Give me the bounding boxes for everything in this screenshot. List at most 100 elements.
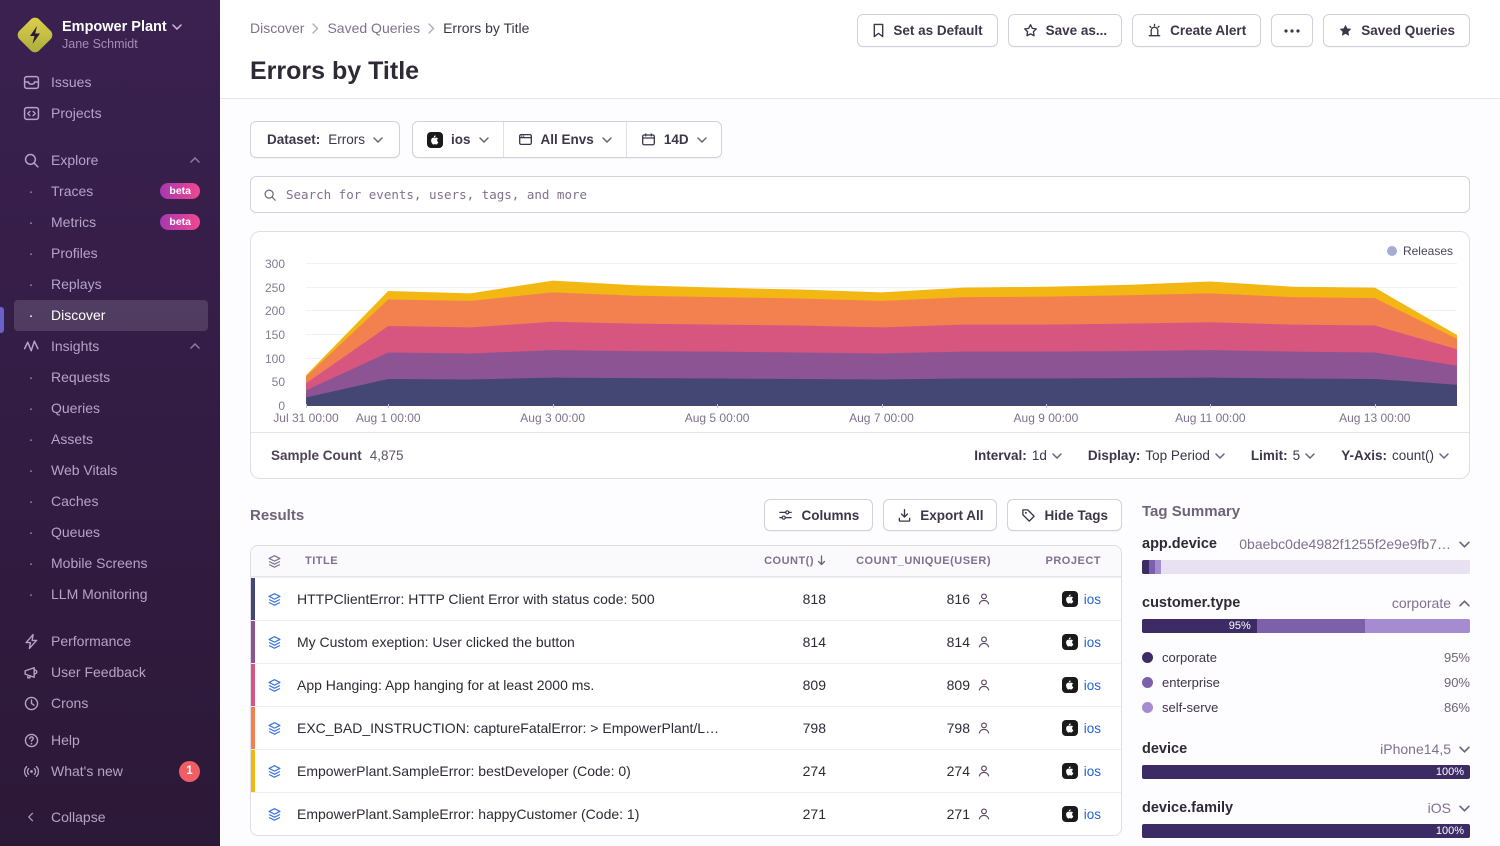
sidebar-item-projects[interactable]: Projects [14, 98, 208, 129]
sidebar-item-issues[interactable]: Issues [14, 67, 208, 98]
tag-section-header[interactable]: app.device 0baebc0de4982f1255f2e9e9fb7… [1142, 536, 1470, 552]
project-link[interactable]: ios [1084, 635, 1101, 650]
sidebar-item-label: Web Vitals [51, 462, 117, 478]
sidebar-item-caches[interactable]: ·Caches [14, 486, 208, 517]
sidebar-item-traces[interactable]: ·Tracesbeta [14, 176, 208, 207]
sidebar-collapse-button[interactable]: Collapse [14, 801, 208, 832]
sidebar-item-web-vitals[interactable]: ·Web Vitals [14, 455, 208, 486]
sidebar-item-mobile-screens[interactable]: ·Mobile Screens [14, 548, 208, 579]
project-link[interactable]: ios [1084, 678, 1101, 693]
results-section: Results Columns Export All Hide Tags [250, 499, 1122, 846]
bullet-icon: · [22, 214, 40, 231]
sidebar-item-profiles[interactable]: ·Profiles [14, 238, 208, 269]
hide-tags-button[interactable]: Hide Tags [1007, 499, 1122, 531]
bookmark-icon [872, 23, 885, 38]
dataset-selector[interactable]: Dataset:Errors [250, 121, 400, 158]
table-row[interactable]: EXC_BAD_INSTRUCTION: captureFatalError: … [251, 706, 1121, 749]
project-link[interactable]: ios [1084, 764, 1101, 779]
sidebar-item-queues[interactable]: ·Queues [14, 517, 208, 548]
main-content: Discover Saved Queries Errors by Title S… [220, 0, 1500, 846]
sidebar-item-assets[interactable]: ·Assets [14, 424, 208, 455]
save-as-button[interactable]: Save as... [1008, 14, 1123, 47]
project-selector[interactable]: ios [413, 122, 503, 157]
sidebar-item-label: Performance [51, 633, 131, 649]
sidebar-item-performance[interactable]: Performance [14, 626, 208, 657]
releases-legend[interactable]: Releases [1387, 244, 1453, 258]
table-row[interactable]: HTTPClientError: HTTP Client Error with … [251, 577, 1121, 620]
chevron-down-icon [1305, 453, 1315, 459]
project-link[interactable]: ios [1084, 807, 1101, 822]
project-link[interactable]: ios [1084, 721, 1101, 736]
display-selector[interactable]: Display:Top Period [1088, 448, 1225, 463]
error-title[interactable]: App Hanging: App hanging for at least 20… [297, 677, 736, 693]
header-actions: Set as Default Save as... Create Alert S… [857, 14, 1470, 47]
breadcrumb-discover[interactable]: Discover [250, 20, 304, 36]
stack-icon [251, 678, 297, 693]
tag-legend-row[interactable]: self-serve86% [1142, 695, 1470, 720]
sidebar-item-crons[interactable]: Crons [14, 688, 208, 719]
set-as-default-button[interactable]: Set as Default [857, 14, 997, 47]
star-filled-icon [1338, 23, 1353, 38]
tag-section-header[interactable]: device iPhone14,5 [1142, 741, 1470, 757]
stacked-area-series [306, 264, 1457, 406]
error-title[interactable]: EXC_BAD_INSTRUCTION: captureFatalError: … [297, 720, 736, 736]
date-range-selector[interactable]: 14D [626, 122, 721, 157]
page-header: Discover Saved Queries Errors by Title S… [220, 0, 1500, 99]
sidebar-item-help[interactable]: Help [14, 725, 208, 756]
export-all-button[interactable]: Export All [883, 499, 997, 531]
error-title[interactable]: HTTPClientError: HTTP Client Error with … [297, 591, 736, 607]
saved-queries-button[interactable]: Saved Queries [1323, 14, 1470, 47]
interval-selector[interactable]: Interval:1d [974, 448, 1062, 463]
sidebar-item-discover[interactable]: ·Discover [14, 300, 208, 331]
sidebar-item-label: Profiles [51, 245, 98, 261]
tag-section-header[interactable]: customer.type corporate [1142, 595, 1470, 611]
sidebar-item-label: Insights [51, 338, 99, 354]
error-title[interactable]: EmpowerPlant.SampleError: bestDeveloper … [297, 763, 736, 779]
limit-selector[interactable]: Limit:5 [1251, 448, 1315, 463]
sidebar-item-queries[interactable]: ·Queries [14, 393, 208, 424]
table-row[interactable]: My Custom exeption: User clicked the but… [251, 620, 1121, 663]
tag-section-header[interactable]: device.family iOS [1142, 800, 1470, 816]
sidebar-item-requests[interactable]: ·Requests [14, 362, 208, 393]
legend-dot [1142, 652, 1153, 663]
table-row[interactable]: EmpowerPlant.SampleError: happyCustomer … [251, 792, 1121, 835]
column-count-unique[interactable]: COUNT_UNIQUE(USER) [846, 555, 1011, 567]
sidebar-item-explore[interactable]: Explore [14, 145, 208, 176]
chevron-down-icon [373, 137, 383, 143]
sidebar-item-replays[interactable]: ·Replays [14, 269, 208, 300]
tag-distribution-bar[interactable]: 100% [1142, 765, 1470, 779]
column-title[interactable]: TITLE [297, 555, 736, 567]
chevron-left-icon [22, 811, 40, 823]
breadcrumb-saved-queries[interactable]: Saved Queries [327, 20, 420, 36]
sidebar-item-llm-monitoring[interactable]: ·LLM Monitoring [14, 579, 208, 610]
search-icon [22, 152, 40, 169]
sidebar-item-whats-new[interactable]: What's new 1 [14, 756, 208, 787]
bullet-icon: · [22, 493, 40, 510]
more-options-button[interactable] [1271, 14, 1313, 47]
tag-distribution-bar[interactable]: 100% [1142, 824, 1470, 838]
series-color-bar [251, 707, 255, 749]
y-axis-labels: 050100150200250300 [251, 264, 295, 406]
column-count[interactable]: COUNT() [736, 555, 846, 567]
columns-button[interactable]: Columns [764, 499, 873, 531]
table-row[interactable]: App Hanging: App hanging for at least 20… [251, 663, 1121, 706]
tag-legend-row[interactable]: enterprise90% [1142, 670, 1470, 695]
tag-distribution-bar[interactable] [1142, 560, 1470, 574]
tag-distribution-bar[interactable]: 95% [1142, 619, 1470, 633]
project-link[interactable]: ios [1084, 592, 1101, 607]
tag-legend-row[interactable]: corporate95% [1142, 645, 1470, 670]
error-title[interactable]: My Custom exeption: User clicked the but… [297, 634, 736, 650]
sidebar-item-label: Collapse [51, 809, 105, 825]
sidebar-item-insights[interactable]: Insights [14, 331, 208, 362]
sidebar-item-user-feedback[interactable]: User Feedback [14, 657, 208, 688]
sidebar-item-metrics[interactable]: ·Metricsbeta [14, 207, 208, 238]
org-switcher[interactable]: Empower Plant Jane Schmidt [14, 14, 208, 67]
yaxis-selector[interactable]: Y-Axis:count() [1341, 448, 1449, 463]
search-input[interactable] [286, 187, 1457, 202]
table-row[interactable]: EmpowerPlant.SampleError: bestDeveloper … [251, 749, 1121, 792]
column-project[interactable]: PROJECT [1011, 555, 1121, 567]
environment-selector[interactable]: All Envs [503, 122, 626, 157]
create-alert-button[interactable]: Create Alert [1132, 14, 1261, 47]
sidebar-item-label: User Feedback [51, 664, 146, 680]
error-title[interactable]: EmpowerPlant.SampleError: happyCustomer … [297, 806, 736, 822]
